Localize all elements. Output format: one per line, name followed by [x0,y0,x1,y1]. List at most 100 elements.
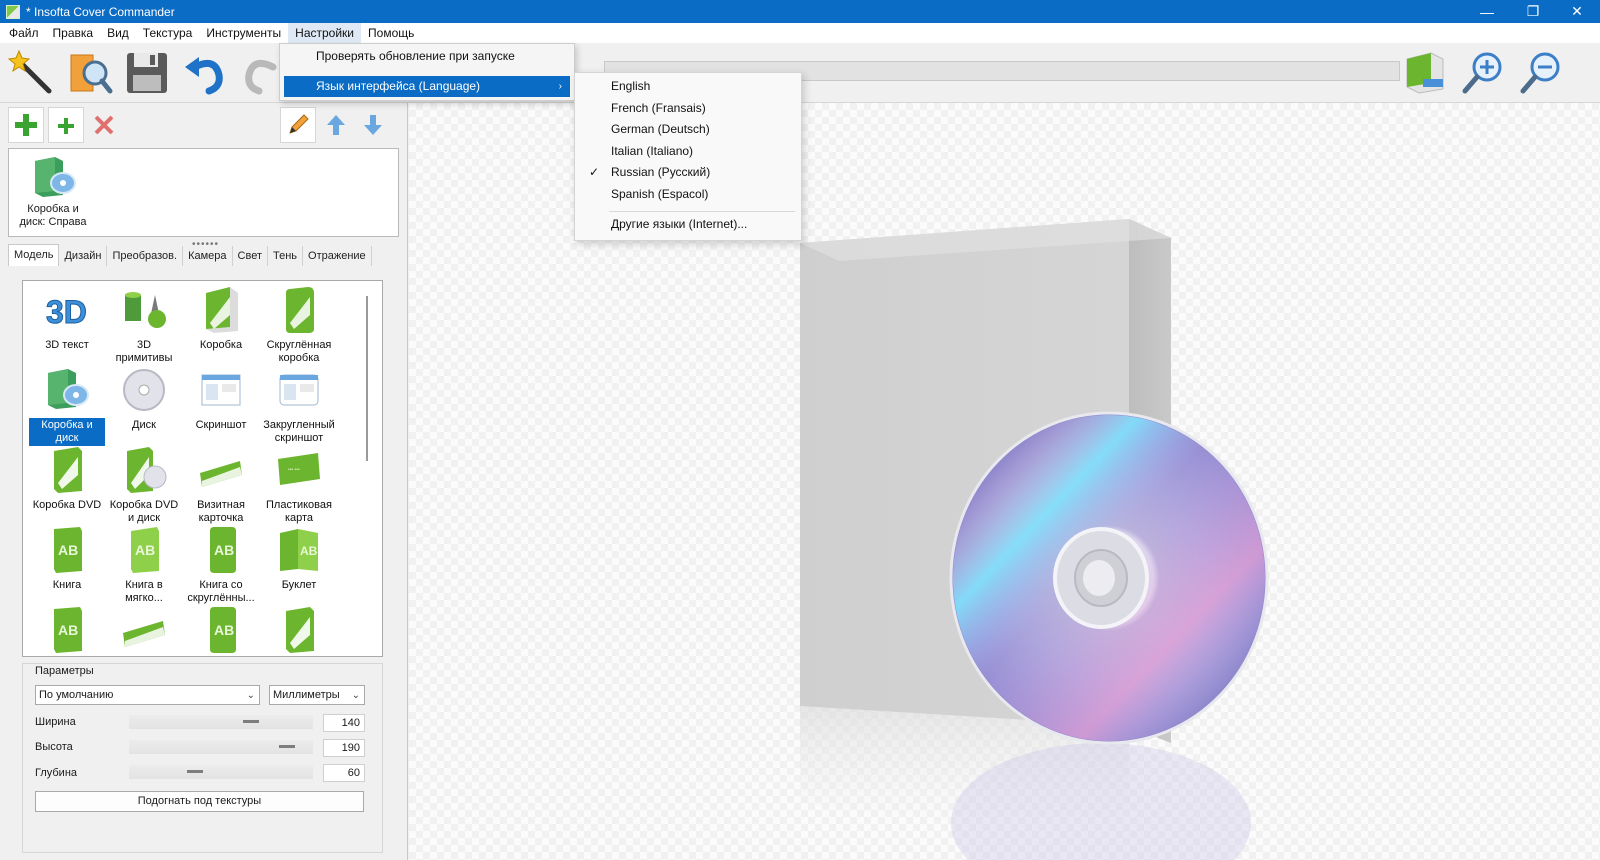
other-languages-item[interactable]: Другие языки (Internet)... [577,213,799,235]
language-option[interactable]: English [577,75,799,97]
tab-transform[interactable]: Преобразов. [107,246,184,266]
menu-file[interactable]: Файл [2,23,46,43]
menu-tools[interactable]: Инструменты [199,23,288,43]
model-item[interactable]: 3D 3D текст [29,285,105,353]
model-item[interactable]: AB [183,605,259,656]
model-item[interactable]: 3D примитивы [106,285,182,366]
fit-to-textures-button[interactable]: Подогнать под текстуры [35,791,364,812]
model-item[interactable]: Закругленный скриншот [261,365,337,446]
tab-camera[interactable]: Камера [183,246,233,266]
save-button[interactable] [120,47,174,99]
dvd-box-and-disc-icon [119,445,169,495]
svg-text:AB: AB [214,542,234,558]
minimize-button[interactable]: — [1464,0,1510,23]
scene-item[interactable]: Коробка и диск: Справа [15,153,91,229]
model-item[interactable]: AB Книга в мягко... [106,525,182,606]
tab-model[interactable]: Модель [8,244,60,266]
tab-light[interactable]: Свет [233,246,268,266]
width-field[interactable]: 140 [323,714,365,732]
check-updates-item[interactable]: Проверять обновление при запуске [284,46,570,67]
model-item[interactable]: AB Буклет [261,525,337,593]
model-item[interactable]: Коробка [183,285,259,353]
chevron-down-icon: ⌄ [351,690,360,701]
model-item[interactable]: AB [29,605,105,656]
model-item[interactable] [106,605,182,656]
svg-text:AB: AB [135,542,155,558]
depth-field[interactable]: 60 [323,764,365,782]
model-item[interactable]: Коробка DVD [29,445,105,513]
menu-settings[interactable]: Настройки [288,23,362,43]
language-option-label: French (Fransais) [611,100,706,115]
width-slider-thumb[interactable] [243,720,259,723]
menu-edit[interactable]: Правка [46,23,101,43]
open-button[interactable] [62,47,116,99]
tab-reflection[interactable]: Отражение [303,246,372,266]
disc-icon [119,365,169,415]
depth-slider-thumb[interactable] [187,770,203,773]
menu-bar: Файл Правка Вид Текстура Инструменты Нас… [0,23,1600,43]
model-item[interactable]: Скриншот [183,365,259,433]
rounded-box-icon [274,285,324,335]
model-item[interactable]: Визитная карточка [183,445,259,526]
close-button[interactable]: ✕ [1554,0,1600,23]
model-item-label: Скриншот [195,419,247,431]
model-item[interactable]: AB Книга со скруглённы... [183,525,259,606]
models-scrollbar[interactable] [366,296,368,461]
model-item-label: Скруглённая коробка [266,339,332,364]
height-slider[interactable] [129,740,313,754]
move-up-button[interactable] [318,107,354,143]
height-slider-thumb[interactable] [279,745,295,748]
floppy-disk-icon [127,53,167,93]
box-icon [196,285,246,335]
checkmark-icon: ✓ [589,165,600,180]
language-option[interactable]: Spanish (Espacol) [577,183,799,205]
language-option[interactable]: Italian (Italiano) [577,140,799,162]
zoom-out-icon [1520,52,1560,94]
zoom-in-button[interactable] [1456,47,1510,99]
preset-value: По умолчанию [39,689,114,701]
menu-help[interactable]: Помощь [361,23,421,43]
model-item-label: Закругленный скриншот [263,419,335,444]
units-value: Миллиметры [273,689,340,701]
model-item[interactable]: Скруглённая коробка [261,285,337,366]
model-item[interactable]: Диск [106,365,182,433]
model-item[interactable] [261,605,337,656]
move-down-button[interactable] [355,107,391,143]
render-button[interactable] [1398,47,1452,99]
model-item[interactable]: Коробка и диск [29,365,105,446]
svg-text:••• •••: ••• ••• [288,467,300,473]
height-label: Высота [35,741,73,753]
edit-button[interactable] [280,107,316,143]
plastic-card-icon: ••• ••• [274,445,324,495]
chevron-down-icon: ⌄ [246,690,255,701]
add-item-button[interactable] [48,107,84,143]
height-field[interactable]: 190 [323,739,365,757]
depth-slider[interactable] [129,765,313,779]
svg-text:AB: AB [214,622,234,638]
model-item-label: Визитная карточка [197,499,245,524]
undo-button[interactable] [178,47,232,99]
model-item-label: Буклет [281,579,317,591]
language-item[interactable]: Язык интерфейса (Language) › [284,76,570,97]
language-option[interactable]: German (Deutsch) [577,118,799,140]
property-tabs: Модель Дизайн Преобразов. Камера Свет Те… [8,244,372,266]
width-slider[interactable] [129,715,313,729]
tab-design[interactable]: Дизайн [59,246,108,266]
units-select[interactable]: Миллиметры ⌄ [269,685,365,705]
menu-texture[interactable]: Текстура [136,23,200,43]
model-item-label: 3D примитивы [115,339,173,364]
language-option[interactable]: ✓ Russian (Русский) [577,161,799,183]
language-option[interactable]: French (Fransais) [577,97,799,119]
delete-button[interactable] [86,107,122,143]
model-item[interactable]: Коробка DVD и диск [106,445,182,526]
model-item-label: Пластиковая карта [266,499,332,524]
menu-view[interactable]: Вид [100,23,136,43]
zoom-out-button[interactable] [1514,47,1568,99]
restore-button[interactable]: ❐ [1510,0,1556,23]
wizard-button[interactable] [4,47,58,99]
preset-select[interactable]: По умолчанию ⌄ [35,685,260,705]
tab-shadow[interactable]: Тень [268,246,304,266]
model-item[interactable]: ••• ••• Пластиковая карта [261,445,337,526]
add-scene-button[interactable] [8,107,44,143]
model-item[interactable]: AB Книга [29,525,105,593]
